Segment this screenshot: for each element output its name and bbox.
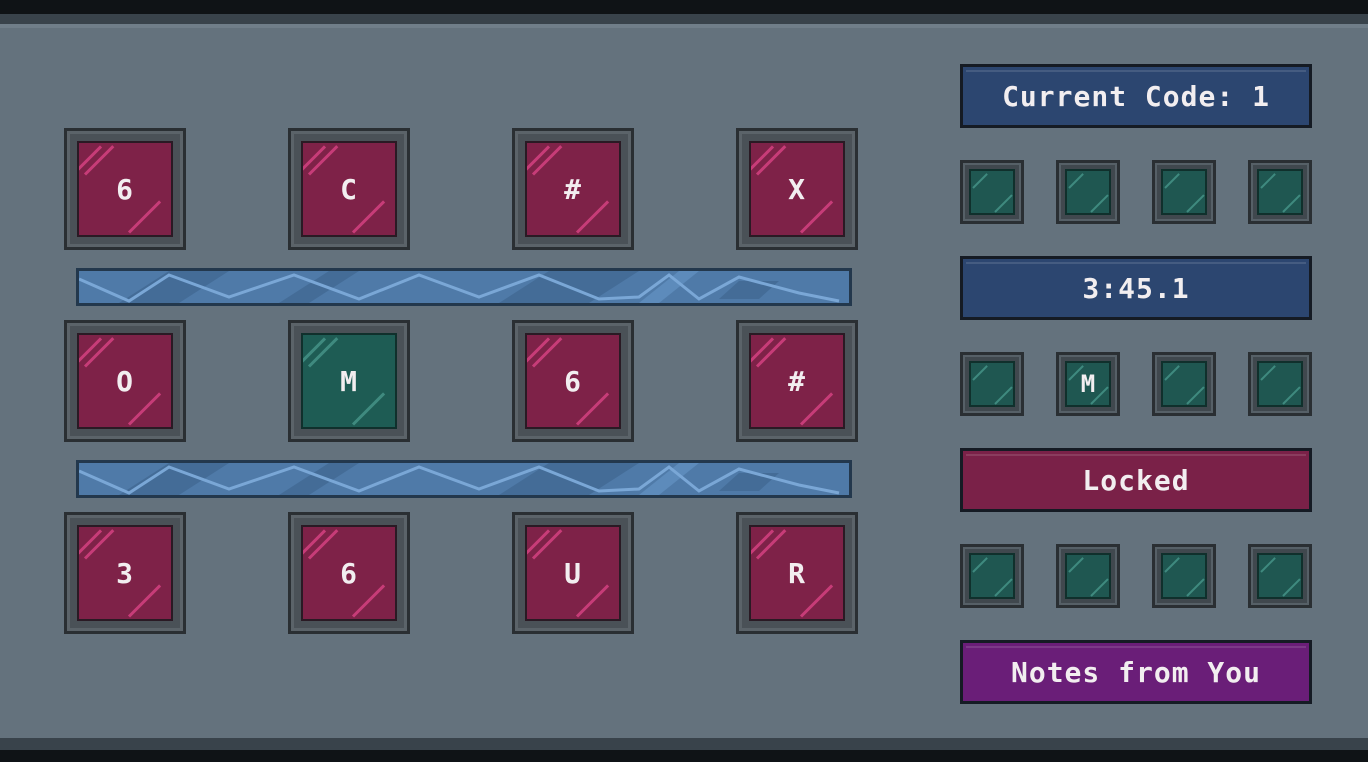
glass-shine-icon [994,578,1013,597]
tile-face: R [749,525,845,621]
glass-shine-icon [994,386,1013,405]
glass-shine-icon [972,365,988,381]
tile-face: 6 [525,333,621,429]
tile-label: M [340,364,358,398]
tile-label: 6 [564,364,582,398]
tile-r1-c1[interactable]: M [288,320,410,442]
slot-face [1161,361,1207,407]
notes-button-label: Notes from You [1010,655,1261,689]
tile-r0-c0[interactable]: 6 [64,128,186,250]
slot-face [1161,553,1207,599]
tile-label: # [564,172,582,206]
bottom-border [0,750,1368,762]
electric-zigzag-icon [79,463,840,495]
slot-face: M [1065,361,1111,407]
code-slot-r1-0 [960,352,1024,416]
code-slot-r0-3 [1248,160,1312,224]
tile-label: 3 [116,556,134,590]
tile-r2-c2[interactable]: U [512,512,634,634]
notes-button[interactable]: Notes from You [960,640,1312,704]
glass-shine-icon [1260,365,1276,381]
current-code-display: Current Code: 1 [960,64,1312,128]
lock-status-display: Locked [960,448,1312,512]
tile-face: 6 [77,141,173,237]
slot-face [969,169,1015,215]
code-slot-r1-3 [1248,352,1312,416]
glass-shine-icon [1282,578,1301,597]
tile-face: U [525,525,621,621]
tile-face: O [77,333,173,429]
glass-shine-icon [972,173,988,189]
code-slot-r2-3 [1248,544,1312,608]
glass-shine-icon [1186,194,1205,213]
code-slot-r1-1: M [1056,352,1120,416]
top-trim [0,14,1368,24]
current-code-text: Current Code: 1 [1002,79,1270,113]
tile-face: # [749,333,845,429]
tile-r2-c3[interactable]: R [736,512,858,634]
tile-face: C [301,141,397,237]
tile-face: 3 [77,525,173,621]
glass-shine-icon [1090,578,1109,597]
glass-shine-icon [1068,173,1084,189]
code-slot-r0-0 [960,160,1024,224]
glass-shine-icon [1260,173,1276,189]
slot-face [969,361,1015,407]
timer-display: 3:45.1 [960,256,1312,320]
glass-shine-icon [972,557,988,573]
tile-label: # [788,364,806,398]
slot-face [1065,169,1111,215]
tile-face: M [301,333,397,429]
tile-label: U [564,556,582,590]
slot-face [1257,361,1303,407]
lock-status-text: Locked [1082,463,1190,497]
code-slot-r2-1 [1056,544,1120,608]
glass-shine-icon [1186,386,1205,405]
slot-face [1161,169,1207,215]
glass-shine-icon [1164,365,1180,381]
code-slot-r1-2 [1152,352,1216,416]
code-slot-r0-2 [1152,160,1216,224]
glass-shine-icon [1068,557,1084,573]
tile-label: R [788,556,806,590]
glass-shine-icon [994,194,1013,213]
tile-face: X [749,141,845,237]
tile-label: X [788,172,806,206]
tile-label: 6 [116,172,134,206]
tile-face: 6 [301,525,397,621]
tile-r0-c1[interactable]: C [288,128,410,250]
code-slot-r0-1 [1056,160,1120,224]
bottom-trim [0,738,1368,750]
slot-face [969,553,1015,599]
glass-shine-icon [1164,557,1180,573]
code-slot-r2-0 [960,544,1024,608]
tile-label: 6 [340,556,358,590]
tile-label: C [340,172,358,206]
energy-beam-top [76,268,852,306]
energy-beam-bottom [76,460,852,498]
slot-face [1257,553,1303,599]
glass-shine-icon [1260,557,1276,573]
tile-r1-c3[interactable]: # [736,320,858,442]
glass-shine-icon [1186,578,1205,597]
slot-face [1257,169,1303,215]
tile-r2-c0[interactable]: 3 [64,512,186,634]
slot-face [1065,553,1111,599]
electric-zigzag-icon [79,271,840,303]
tile-r0-c3[interactable]: X [736,128,858,250]
tile-r1-c0[interactable]: O [64,320,186,442]
tile-r1-c2[interactable]: 6 [512,320,634,442]
glass-shine-icon [1282,194,1301,213]
timer-text: 3:45.1 [1082,271,1190,305]
tile-r0-c2[interactable]: # [512,128,634,250]
tile-face: # [525,141,621,237]
slot-label: M [1080,370,1096,398]
glass-shine-icon [1090,194,1109,213]
top-border [0,0,1368,14]
glass-shine-icon [1164,173,1180,189]
tile-r2-c1[interactable]: 6 [288,512,410,634]
glass-shine-icon [1282,386,1301,405]
tile-label: O [116,364,134,398]
code-slot-r2-2 [1152,544,1216,608]
